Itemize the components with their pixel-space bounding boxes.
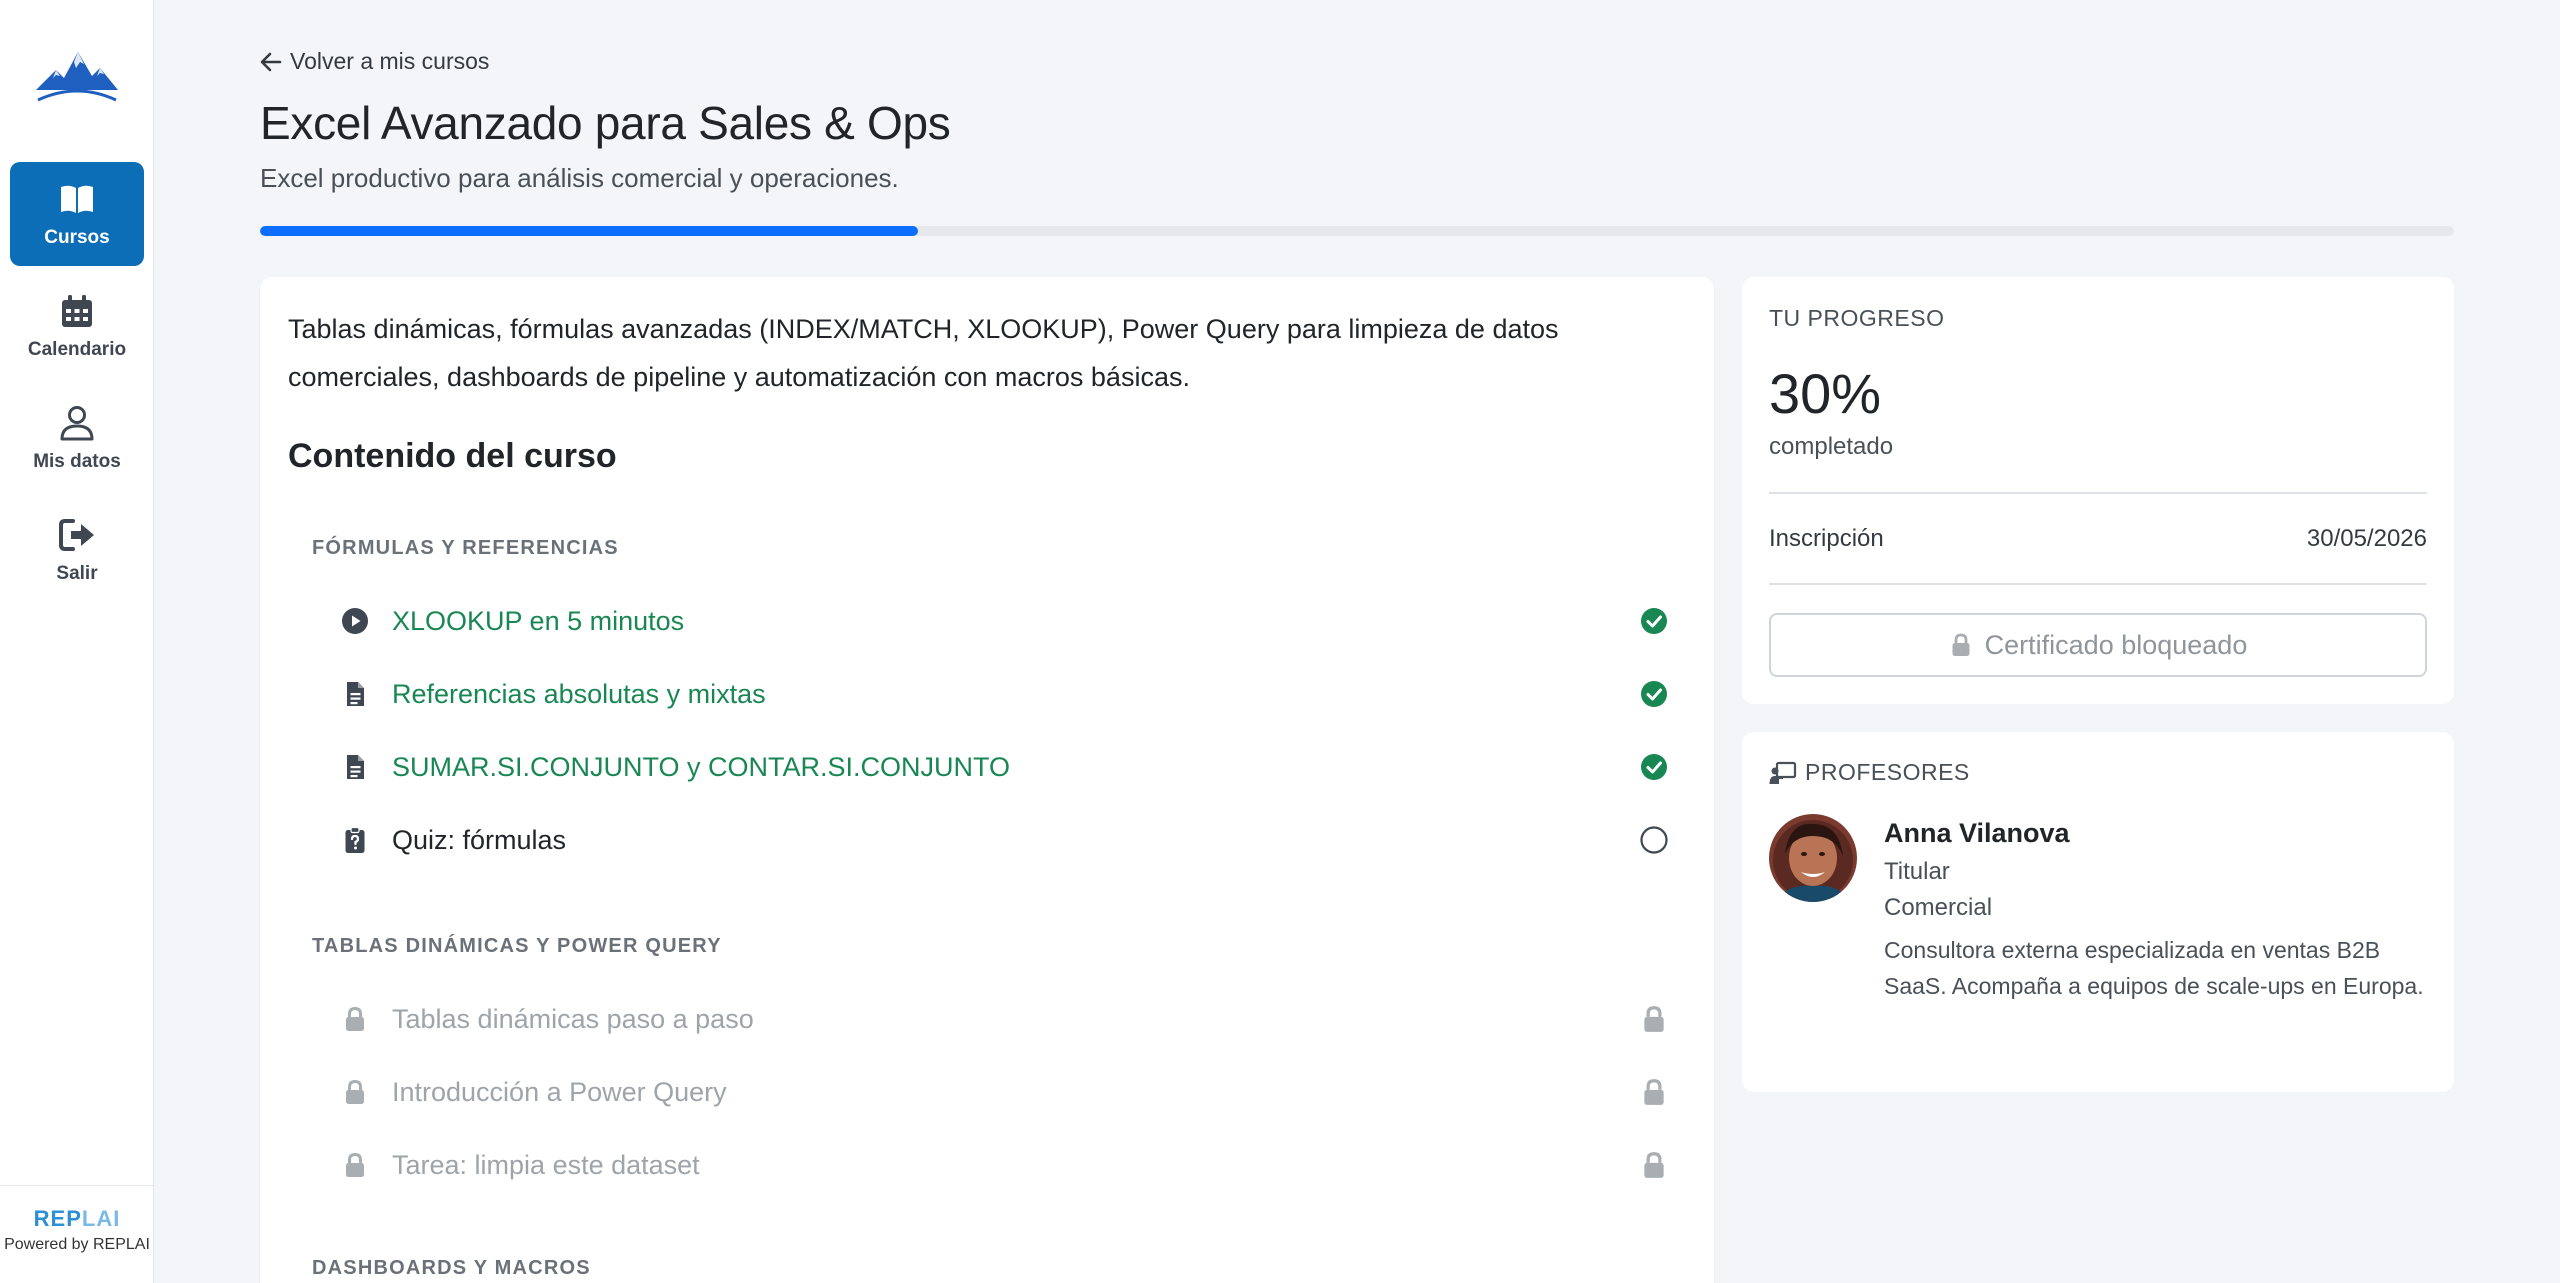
sidebar-item-cursos[interactable]: Cursos [10, 162, 144, 266]
chalkboard-teacher-icon [1769, 761, 1797, 784]
page-subtitle: Excel productivo para análisis comercial… [260, 163, 899, 193]
book-open-icon [61, 185, 93, 213]
avatar [1769, 814, 1857, 902]
lesson-item[interactable]: Quiz: fórmulas [340, 812, 1670, 868]
lesson-item: Tarea: limpia este dataset [340, 1137, 1670, 1193]
teacher-name: Anna Vilanova [1884, 818, 2070, 848]
sidebar-item-label: Mis datos [33, 451, 121, 472]
sidebar-item-label: Salir [56, 563, 98, 584]
progress-card: TU PROGRESO 30% completado Inscripción 3… [1742, 277, 2454, 704]
lesson-item: Introducción a Power Query [340, 1064, 1670, 1120]
calendar-icon [62, 295, 92, 327]
course-content-card: Tablas dinámicas, fórmulas avanzadas (IN… [260, 277, 1714, 1283]
lesson-item[interactable]: Referencias absolutas y mixtas [340, 666, 1670, 722]
lock-icon [1638, 1003, 1670, 1035]
lesson-title: Tarea: limpia este dataset [392, 1149, 700, 1180]
lesson-title: XLOOKUP en 5 minutos [392, 605, 685, 636]
back-link-label: Volver a mis cursos [290, 48, 490, 74]
lesson-item[interactable]: SUMAR.SI.CONJUNTO y CONTAR.SI.CONJUNTO [340, 739, 1670, 795]
sidebar-item-salir[interactable]: Salir [10, 498, 144, 602]
progress-card-label: TU PROGRESO [1769, 305, 1945, 331]
brand-logo-part: REP [33, 1206, 82, 1231]
mountain-logo-icon [36, 52, 118, 102]
brand-logo: REPLAI [0, 1206, 154, 1232]
teacher-department: Comercial [1884, 894, 1993, 921]
enrollment-row: Inscripción 30/05/2026 [1769, 525, 2427, 553]
arrow-left-icon [260, 52, 282, 71]
lock-icon [340, 1077, 370, 1107]
clipboard-question-icon [340, 825, 370, 855]
course-progress-fill [260, 226, 919, 236]
powered-by-text: Powered by REPLAI [4, 1236, 150, 1253]
certificate-button-label: Certificado bloqueado [1984, 629, 2248, 660]
lock-icon [1638, 1149, 1670, 1181]
module-title: FÓRMULAS Y REFERENCIAS [312, 537, 619, 559]
sign-out-icon [59, 519, 94, 551]
module-title: DASHBOARDS Y MACROS [312, 1257, 591, 1279]
teacher-role: Titular [1884, 858, 1950, 885]
teachers-label: PROFESORES [1805, 759, 1970, 785]
lesson-title: Quiz: fórmulas [392, 824, 567, 855]
brand-logo-part: LAI [81, 1206, 121, 1231]
course-description: Tablas dinámicas, fórmulas avanzadas (IN… [288, 314, 1559, 392]
file-text-icon [340, 679, 370, 709]
lesson-title: Referencias absolutas y mixtas [392, 678, 766, 709]
teachers-card: PROFESORES Anna Vilanova Titular Comerci… [1742, 732, 2454, 1092]
sidebar-item-label: Calendario [27, 339, 127, 360]
check-circle-icon [1638, 678, 1670, 710]
user-icon [60, 406, 94, 441]
enrollment-label: Inscripción [1769, 525, 1884, 552]
page-title: Excel Avanzado para Sales & Ops [260, 97, 951, 149]
lock-icon [340, 1150, 370, 1180]
divider [1769, 492, 2427, 494]
certificate-button[interactable]: Certificado bloqueado [1769, 613, 2427, 677]
lock-icon [1638, 1076, 1670, 1108]
lock-icon [340, 1004, 370, 1034]
progress-percent: 30% [1769, 362, 1882, 425]
sidebar: Cursos Calendario Mis datos Salir REPLAI [0, 0, 154, 1283]
sidebar-item-label: Cursos [44, 227, 110, 248]
sidebar-item-calendario[interactable]: Calendario [10, 274, 144, 378]
module-title: TABLAS DINÁMICAS Y POWER QUERY [312, 935, 722, 957]
course-progress-bar [260, 226, 2454, 236]
sidebar-item-mis-datos[interactable]: Mis datos [10, 386, 144, 490]
enrollment-date: 30/05/2026 [2306, 525, 2427, 552]
content-section-title: Contenido del curso [288, 437, 617, 475]
teacher-bio: Consultora externa especializada en vent… [1884, 937, 2424, 999]
lesson-title: SUMAR.SI.CONJUNTO y CONTAR.SI.CONJUNTO [392, 751, 1011, 782]
lock-icon [1952, 633, 1970, 656]
check-circle-icon [1638, 605, 1670, 637]
back-to-courses-link[interactable]: Volver a mis cursos [260, 48, 489, 75]
lesson-item[interactable]: XLOOKUP en 5 minutos [340, 593, 1670, 649]
progress-completed-label: completado [1769, 433, 1894, 460]
lesson-item: Tablas dinámicas paso a paso [340, 991, 1670, 1047]
check-circle-icon [1638, 751, 1670, 783]
teachers-header: PROFESORES [1769, 759, 1970, 786]
file-text-icon [340, 752, 370, 782]
divider [1769, 583, 2427, 585]
brand-footer: REPLAI Powered by REPLAI [0, 1185, 154, 1254]
play-circle-icon [340, 606, 370, 636]
lesson-title: Introducción a Power Query [392, 1076, 727, 1107]
lesson-title: Tablas dinámicas paso a paso [392, 1003, 754, 1034]
empty-circle-icon [1638, 824, 1670, 856]
